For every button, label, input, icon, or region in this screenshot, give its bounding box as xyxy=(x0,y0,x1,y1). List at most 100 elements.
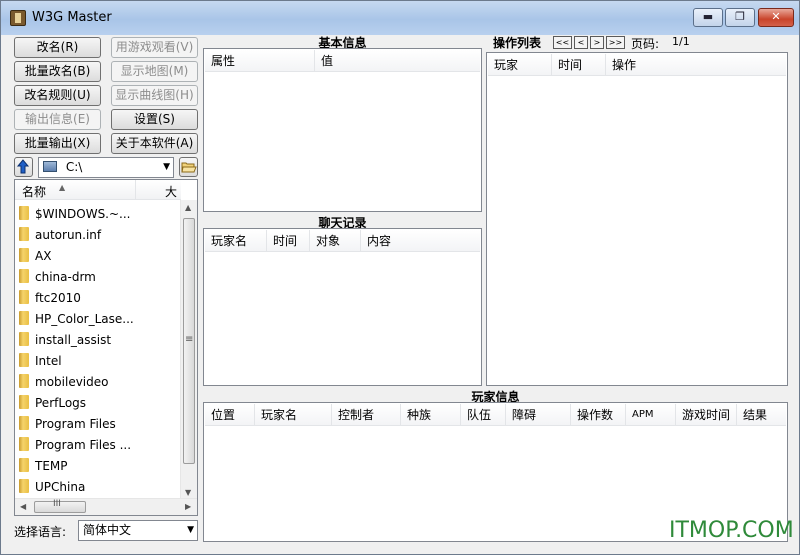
column-header[interactable]: APM xyxy=(626,404,676,426)
column-header[interactable]: 值 xyxy=(315,50,480,72)
folder-icon xyxy=(19,332,29,346)
scroll-left-icon[interactable]: ◀ xyxy=(20,502,26,511)
watch-in-game-button[interactable]: 用游戏观看(V) xyxy=(111,37,198,58)
batch-export-button[interactable]: 批量输出(X) xyxy=(14,133,101,154)
up-folder-button[interactable] xyxy=(14,157,33,177)
basic-info-table[interactable]: 属性 值 xyxy=(203,48,482,212)
chat-header: 玩家名 时间 对象 内容 xyxy=(205,230,480,252)
app-icon xyxy=(10,10,26,26)
file-list-item[interactable]: UPChina xyxy=(19,477,185,498)
folder-icon xyxy=(19,269,29,283)
minimize-button[interactable]: ▬ xyxy=(693,8,723,27)
page-value: 1/1 xyxy=(672,35,690,48)
show-curve-button[interactable]: 显示曲线图(H) xyxy=(111,85,198,106)
horizontal-scroll-thumb[interactable]: III xyxy=(34,499,86,513)
column-header[interactable]: 队伍 xyxy=(461,404,506,426)
scroll-up-icon[interactable]: ▲ xyxy=(185,203,191,212)
ops-table[interactable]: 玩家 时间 操作 xyxy=(486,52,788,386)
column-header[interactable]: 内容 xyxy=(361,230,481,252)
basic-info-header: 属性 值 xyxy=(205,50,480,72)
rename-button[interactable]: 改名(R) xyxy=(14,37,101,58)
about-button[interactable]: 关于本软件(A) xyxy=(111,133,198,154)
players-header: 位置 玩家名 控制者 种族 队伍 障碍 操作数 APM 游戏时间 结果 xyxy=(205,404,786,426)
watermark: ITMOP.COM xyxy=(669,518,794,543)
column-header[interactable]: 障碍 xyxy=(506,404,571,426)
prev-page-button[interactable]: < xyxy=(574,36,588,49)
file-list-item[interactable]: install_assist xyxy=(19,330,185,351)
drive-icon xyxy=(43,161,57,172)
last-page-button[interactable]: >> xyxy=(606,36,625,49)
maximize-button[interactable]: ❐ xyxy=(725,8,755,27)
vertical-scrollbar[interactable]: ▲ ≡ ▼ xyxy=(180,200,197,500)
column-header[interactable]: 对象 xyxy=(310,230,361,252)
window-title: W3G Master xyxy=(32,10,112,25)
language-label: 选择语言: xyxy=(14,525,67,539)
file-list-item[interactable]: china-drm xyxy=(19,267,185,288)
column-divider xyxy=(135,180,136,200)
file-list-item[interactable]: autorun.inf xyxy=(19,225,185,246)
column-header[interactable]: 时间 xyxy=(552,54,606,76)
folder-open-icon xyxy=(181,162,197,173)
file-list-item[interactable]: Program Files ... xyxy=(19,435,185,456)
column-header[interactable]: 玩家名 xyxy=(205,230,267,252)
column-header[interactable]: 玩家 xyxy=(488,54,552,76)
folder-icon xyxy=(19,206,29,220)
column-header[interactable]: 控制者 xyxy=(332,404,401,426)
folder-icon xyxy=(19,437,29,451)
drive-value: C:\ xyxy=(65,160,83,174)
folder-icon xyxy=(19,353,29,367)
file-list-item[interactable]: Intel xyxy=(19,351,185,372)
horizontal-scrollbar[interactable]: ◀ III ▶ xyxy=(15,498,197,515)
folder-icon xyxy=(19,290,29,304)
file-list-header: 名称 ▲ 大 xyxy=(15,180,181,200)
up-arrow-icon xyxy=(16,159,30,174)
next-page-button[interactable]: > xyxy=(590,36,604,49)
folder-icon xyxy=(19,227,29,241)
chat-table[interactable]: 玩家名 时间 对象 内容 xyxy=(203,228,482,386)
column-header[interactable]: 位置 xyxy=(205,404,255,426)
folder-icon xyxy=(19,374,29,388)
batch-rename-button[interactable]: 批量改名(B) xyxy=(14,61,101,82)
file-list[interactable]: 名称 ▲ 大 $WINDOWS.~... autorun.inf AX chin… xyxy=(14,179,198,516)
file-list-item[interactable]: AX xyxy=(19,246,185,267)
column-header[interactable]: 玩家名 xyxy=(255,404,332,426)
file-list-item[interactable]: ftc2010 xyxy=(19,288,185,309)
drive-select[interactable]: C:\ ▼ xyxy=(38,157,174,178)
column-name-header[interactable]: 名称 xyxy=(22,183,46,200)
column-header[interactable]: 结果 xyxy=(737,404,788,426)
column-header[interactable]: 游戏时间 xyxy=(676,404,737,426)
file-list-item[interactable]: HP_Color_Lase... xyxy=(19,309,185,330)
column-header[interactable]: 时间 xyxy=(267,230,310,252)
file-list-item[interactable]: $WINDOWS.~... xyxy=(19,204,185,225)
file-list-item[interactable]: PerfLogs xyxy=(19,393,185,414)
show-map-button[interactable]: 显示地图(M) xyxy=(111,61,198,82)
vertical-scroll-thumb[interactable]: ≡ xyxy=(183,218,195,464)
first-page-button[interactable]: << xyxy=(553,36,572,49)
export-info-button[interactable]: 输出信息(E) xyxy=(14,109,101,130)
sort-up-icon: ▲ xyxy=(59,183,66,192)
app-window: W3G Master ▬ ❐ ✕ 改名(R) 用游戏观看(V) 批量改名(B) … xyxy=(0,0,800,555)
folder-icon xyxy=(19,311,29,325)
column-header[interactable]: 种族 xyxy=(401,404,461,426)
browse-folder-button[interactable] xyxy=(179,157,198,177)
ops-title: 操作列表 xyxy=(493,36,542,50)
file-list-item[interactable]: TEMP xyxy=(19,456,185,477)
ops-header: 玩家 时间 操作 xyxy=(488,54,786,76)
column-header[interactable]: 属性 xyxy=(205,50,315,72)
rename-rule-button[interactable]: 改名规则(U) xyxy=(14,85,101,106)
scroll-right-icon[interactable]: ▶ xyxy=(185,502,191,511)
chevron-down-icon: ▼ xyxy=(187,525,194,535)
close-button[interactable]: ✕ xyxy=(758,8,794,27)
scroll-down-icon[interactable]: ▼ xyxy=(185,488,191,497)
language-select[interactable]: 简体中文 ▼ xyxy=(78,520,198,541)
scroll-grip: ≡ xyxy=(185,334,194,345)
title-bar: W3G Master ▬ ❐ ✕ xyxy=(1,1,799,35)
file-list-item[interactable]: mobilevideo xyxy=(19,372,185,393)
column-header[interactable]: 操作数 xyxy=(571,404,626,426)
folder-icon xyxy=(19,416,29,430)
folder-icon xyxy=(19,479,29,493)
column-size-header[interactable]: 大 xyxy=(165,183,177,200)
file-list-item[interactable]: Program Files xyxy=(19,414,185,435)
column-header[interactable]: 操作 xyxy=(606,54,786,76)
settings-button[interactable]: 设置(S) xyxy=(111,109,198,130)
